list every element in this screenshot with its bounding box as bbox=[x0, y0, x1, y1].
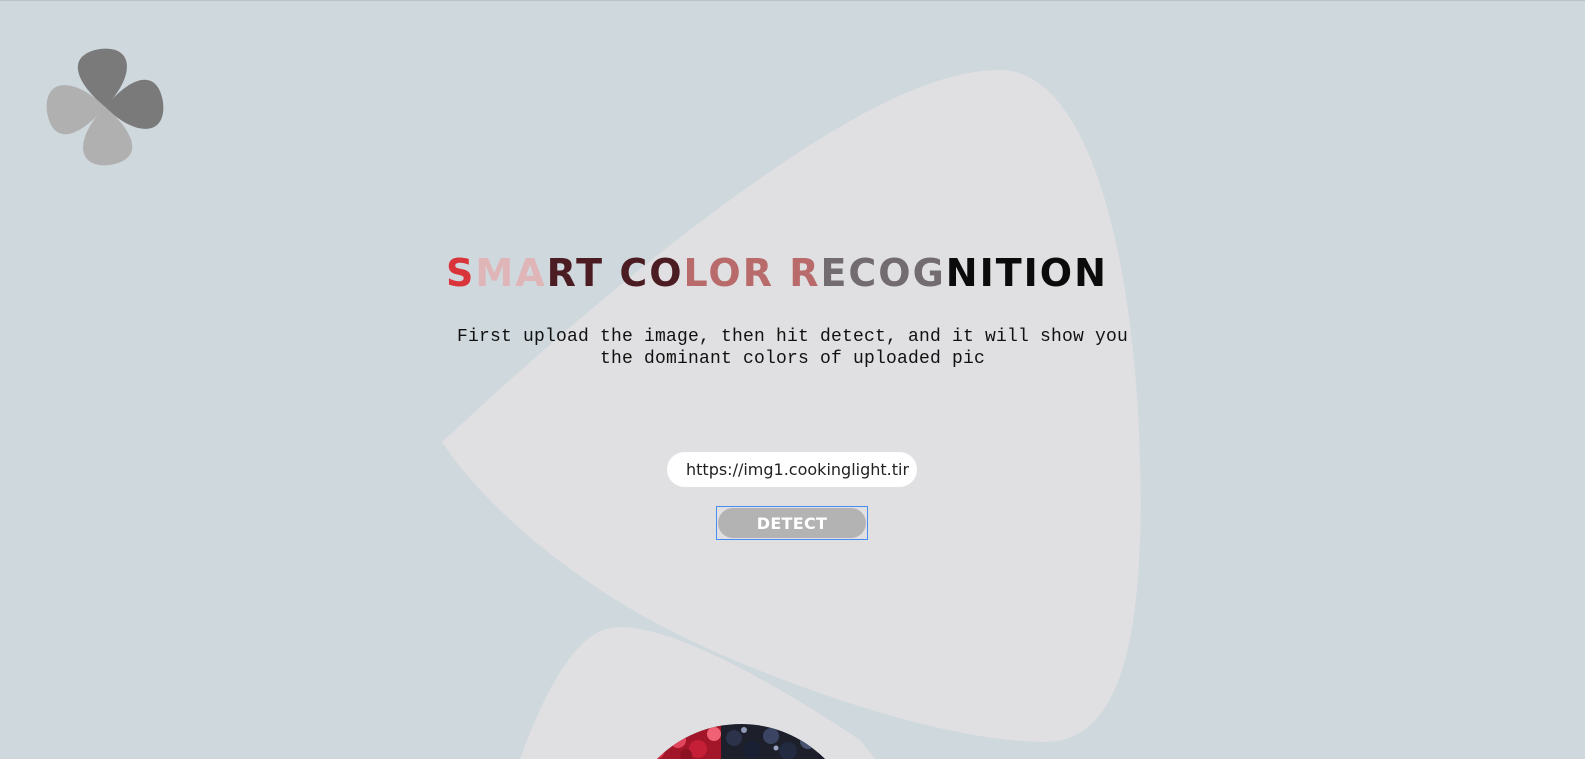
title-segment: MA bbox=[475, 251, 547, 295]
description-line-1: First upload the image, then hit detect,… bbox=[456, 327, 1129, 347]
detect-button[interactable]: DETECT bbox=[718, 508, 866, 538]
background-shapes bbox=[442, 70, 1141, 759]
berries-image bbox=[626, 724, 856, 759]
title-segment: LOR bbox=[683, 251, 790, 295]
detect-button-focus-ring: DETECT bbox=[716, 506, 868, 540]
page-title: SMART COLOR RECOGNITION bbox=[446, 250, 1136, 296]
title-segment: NITION bbox=[945, 251, 1108, 295]
title-segment: ECOG bbox=[820, 251, 946, 295]
large-blob bbox=[442, 70, 1141, 742]
title-segment: CO bbox=[619, 251, 684, 295]
title-segment: R bbox=[789, 251, 821, 295]
page-description: First upload the image, then hit detect,… bbox=[430, 326, 1155, 370]
title-segment: S bbox=[446, 251, 476, 295]
image-url-input[interactable] bbox=[667, 452, 917, 487]
title-segment: RT bbox=[546, 251, 620, 295]
description-line-2: the dominant colors of uploaded pic bbox=[599, 349, 986, 369]
four-petal-logo-icon bbox=[46, 48, 164, 166]
